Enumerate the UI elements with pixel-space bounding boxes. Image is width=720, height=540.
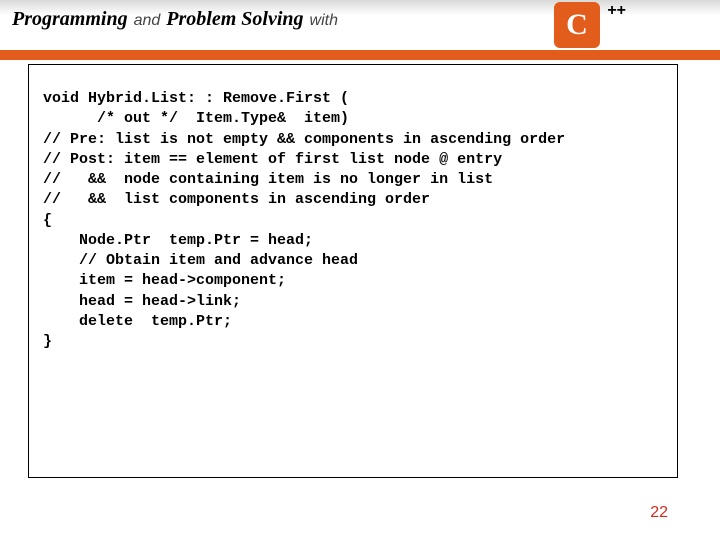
code-block: void Hybrid.List: : Remove.First ( /* ou… <box>43 89 663 352</box>
title-word-programming: Programming <box>12 8 128 31</box>
code-line: // && list components in ascending order <box>43 191 430 208</box>
code-line: { <box>43 212 52 229</box>
cpp-logo-icon: C <box>554 2 600 48</box>
cpp-logo-plusplus: ++ <box>607 2 626 20</box>
code-line: } <box>43 333 52 350</box>
code-line: head = head->link; <box>43 293 241 310</box>
code-line: // Pre: list is not empty && components … <box>43 131 565 148</box>
divider-bar <box>0 56 720 60</box>
code-line: // Post: item == element of first list n… <box>43 151 502 168</box>
code-line: // Obtain item and advance head <box>43 252 358 269</box>
code-line: void Hybrid.List: : Remove.First ( <box>43 90 349 107</box>
title-word-with: with <box>310 12 338 30</box>
code-panel: void Hybrid.List: : Remove.First ( /* ou… <box>28 64 678 478</box>
code-line: delete temp.Ptr; <box>43 313 232 330</box>
slide-header: Programming and Problem Solving with C +… <box>0 0 720 56</box>
title-word-and: and <box>134 12 161 30</box>
code-line: // && node containing item is no longer … <box>43 171 493 188</box>
code-line: item = head->component; <box>43 272 286 289</box>
title-word-problem-solving: Problem Solving <box>166 8 303 31</box>
code-line: /* out */ Item.Type& item) <box>43 110 349 127</box>
page-number: 22 <box>650 504 668 522</box>
code-line: Node.Ptr temp.Ptr = head; <box>43 232 313 249</box>
